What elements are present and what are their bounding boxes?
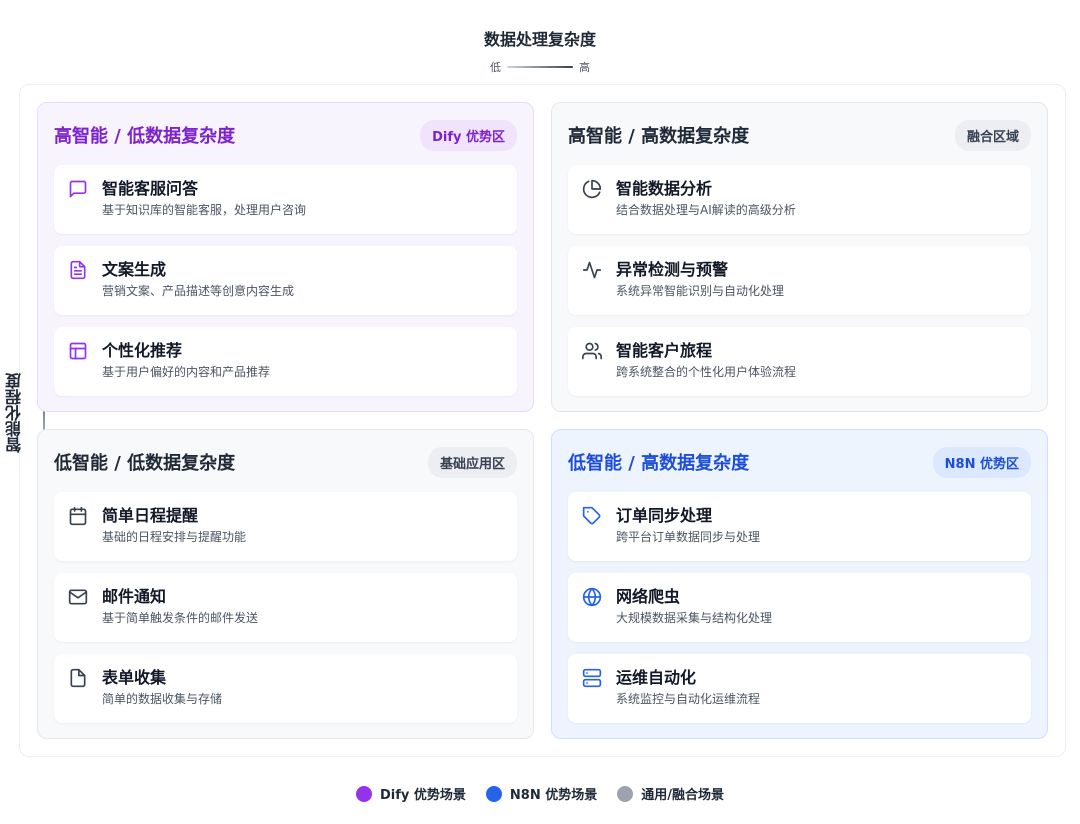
scenario-title: 智能数据分析 [616,179,713,198]
legend-item-general: 通用/融合场景 [617,784,724,803]
scenario-desc: 基于用户偏好的内容和产品推荐 [102,365,271,379]
layout-icon [68,341,88,361]
scenario-card[interactable]: 订单同步处理 跨平台订单数据同步与处理 [568,492,1031,561]
quadrant-tag: Dify 优势区 [420,119,517,151]
file-icon [68,668,88,688]
top-axis-high-label: 高 [579,61,590,74]
scenario-desc: 基础的日程安排与提醒功能 [102,530,247,544]
quadrant-high-intel-low-data: 高智能 / 低数据复杂度 Dify 优势区 智能客服问答 基于知识库的智能客服，… [37,102,534,412]
scenario-card[interactable]: 异常检测与预警 系统异常智能识别与自动化处理 [568,246,1031,315]
scenario-desc: 结合数据处理与AI解读的高级分析 [616,203,796,217]
quadrant-high-intel-high-data: 高智能 / 高数据复杂度 融合区域 智能数据分析 结合数据处理与AI解读的高级分… [551,102,1048,412]
quadrant-tag: 基础应用区 [427,446,517,478]
server-icon [582,668,602,688]
scenario-desc: 基于知识库的智能客服，处理用户咨询 [102,203,307,217]
scenario-title: 文案生成 [102,260,167,279]
mail-icon [68,587,88,607]
top-axis-line [507,66,573,68]
quadrant-low-intel-high-data: 低智能 / 高数据复杂度 N8N 优势区 订单同步处理 跨平台订单数据同步与处理… [551,429,1048,739]
scenario-desc: 大规模数据采集与结构化处理 [616,611,773,625]
legend-label: 通用/融合场景 [641,788,724,803]
scenario-desc: 基于简单触发条件的邮件发送 [102,611,259,625]
scenario-title: 邮件通知 [102,587,167,606]
calendar-icon [68,506,88,526]
scenario-desc: 跨系统整合的个性化用户体验流程 [616,365,797,379]
scenario-title: 异常检测与预警 [616,260,729,279]
quadrant-title: 高智能 / 低数据复杂度 [54,126,236,147]
scenario-title: 表单收集 [102,668,167,687]
legend-label: N8N 优势场景 [509,788,598,803]
scenario-card[interactable]: 个性化推荐 基于用户偏好的内容和产品推荐 [54,327,517,396]
scenario-title: 订单同步处理 [616,506,713,525]
scenario-title: 运维自动化 [616,668,697,687]
scenario-title: 网络爬虫 [616,587,681,606]
pie-chart-icon [582,179,602,199]
quadrant-title: 高智能 / 高数据复杂度 [568,126,750,147]
scenario-card[interactable]: 网络爬虫 大规模数据采集与结构化处理 [568,573,1031,642]
left-axis-title: 智能化程度 [5,373,24,453]
scenario-title: 智能客服问答 [102,179,199,198]
quadrant-header: 高智能 / 高数据复杂度 融合区域 [568,103,1031,165]
scenario-card[interactable]: 智能客服问答 基于知识库的智能客服，处理用户咨询 [54,165,517,234]
legend-dot-icon [356,785,372,802]
legend-label: Dify 优势场景 [380,788,466,803]
quadrant-tag: N8N 优势区 [932,446,1031,478]
scenario-desc: 营销文案、产品描述等创意内容生成 [102,284,295,298]
quadrant-title: 低智能 / 高数据复杂度 [568,453,750,474]
scenario-desc: 简单的数据收集与存储 [102,692,223,706]
top-axis-low-label: 低 [490,61,501,74]
users-icon [582,341,602,361]
matrix-page: 数据处理复杂度 低 高 智能化程度 强 弱 高智能 / 低数据复杂度 Dify … [0,0,1080,824]
quadrant-title: 低智能 / 低数据复杂度 [54,453,236,474]
scenario-title: 简单日程提醒 [102,506,199,525]
scenario-card[interactable]: 简单日程提醒 基础的日程安排与提醒功能 [54,492,517,561]
scenario-card[interactable]: 表单收集 简单的数据收集与存储 [54,654,517,723]
tag-icon [582,506,602,526]
legend-dot-icon [485,785,502,802]
globe-icon [582,587,602,607]
quadrant-tag: 融合区域 [954,119,1031,151]
quadrant-low-intel-low-data: 低智能 / 低数据复杂度 基础应用区 简单日程提醒 基础的日程安排与提醒功能 邮… [37,429,534,739]
scenario-desc: 系统异常智能识别与自动化处理 [616,284,785,298]
top-axis-title: 数据处理复杂度 [483,30,596,49]
scenario-title: 个性化推荐 [102,341,183,360]
legend-item-dify: Dify 优势场景 [356,784,466,803]
legend-item-n8n: N8N 优势场景 [485,784,598,803]
scenario-card[interactable]: 邮件通知 基于简单触发条件的邮件发送 [54,573,517,642]
scenario-card[interactable]: 智能数据分析 结合数据处理与AI解读的高级分析 [568,165,1031,234]
quadrant-header: 低智能 / 高数据复杂度 N8N 优势区 [568,430,1031,492]
scenario-card[interactable]: 智能客户旅程 跨系统整合的个性化用户体验流程 [568,327,1031,396]
scenario-title: 智能客户旅程 [616,341,713,360]
quadrant-header: 低智能 / 低数据复杂度 基础应用区 [54,430,517,492]
quadrant-header: 高智能 / 低数据复杂度 Dify 优势区 [54,103,517,165]
legend: Dify 优势场景 N8N 优势场景 通用/融合场景 [0,784,1080,803]
top-axis-scale: 低 高 [0,59,1080,75]
scenario-card[interactable]: 文案生成 营销文案、产品描述等创意内容生成 [54,246,517,315]
scenario-desc: 跨平台订单数据同步与处理 [616,530,761,544]
scenario-card[interactable]: 运维自动化 系统监控与自动化运维流程 [568,654,1031,723]
scenario-desc: 系统监控与自动化运维流程 [616,692,761,706]
activity-icon [582,260,602,280]
legend-dot-icon [617,785,634,802]
message-square-icon [68,179,88,199]
file-text-icon [68,260,88,280]
